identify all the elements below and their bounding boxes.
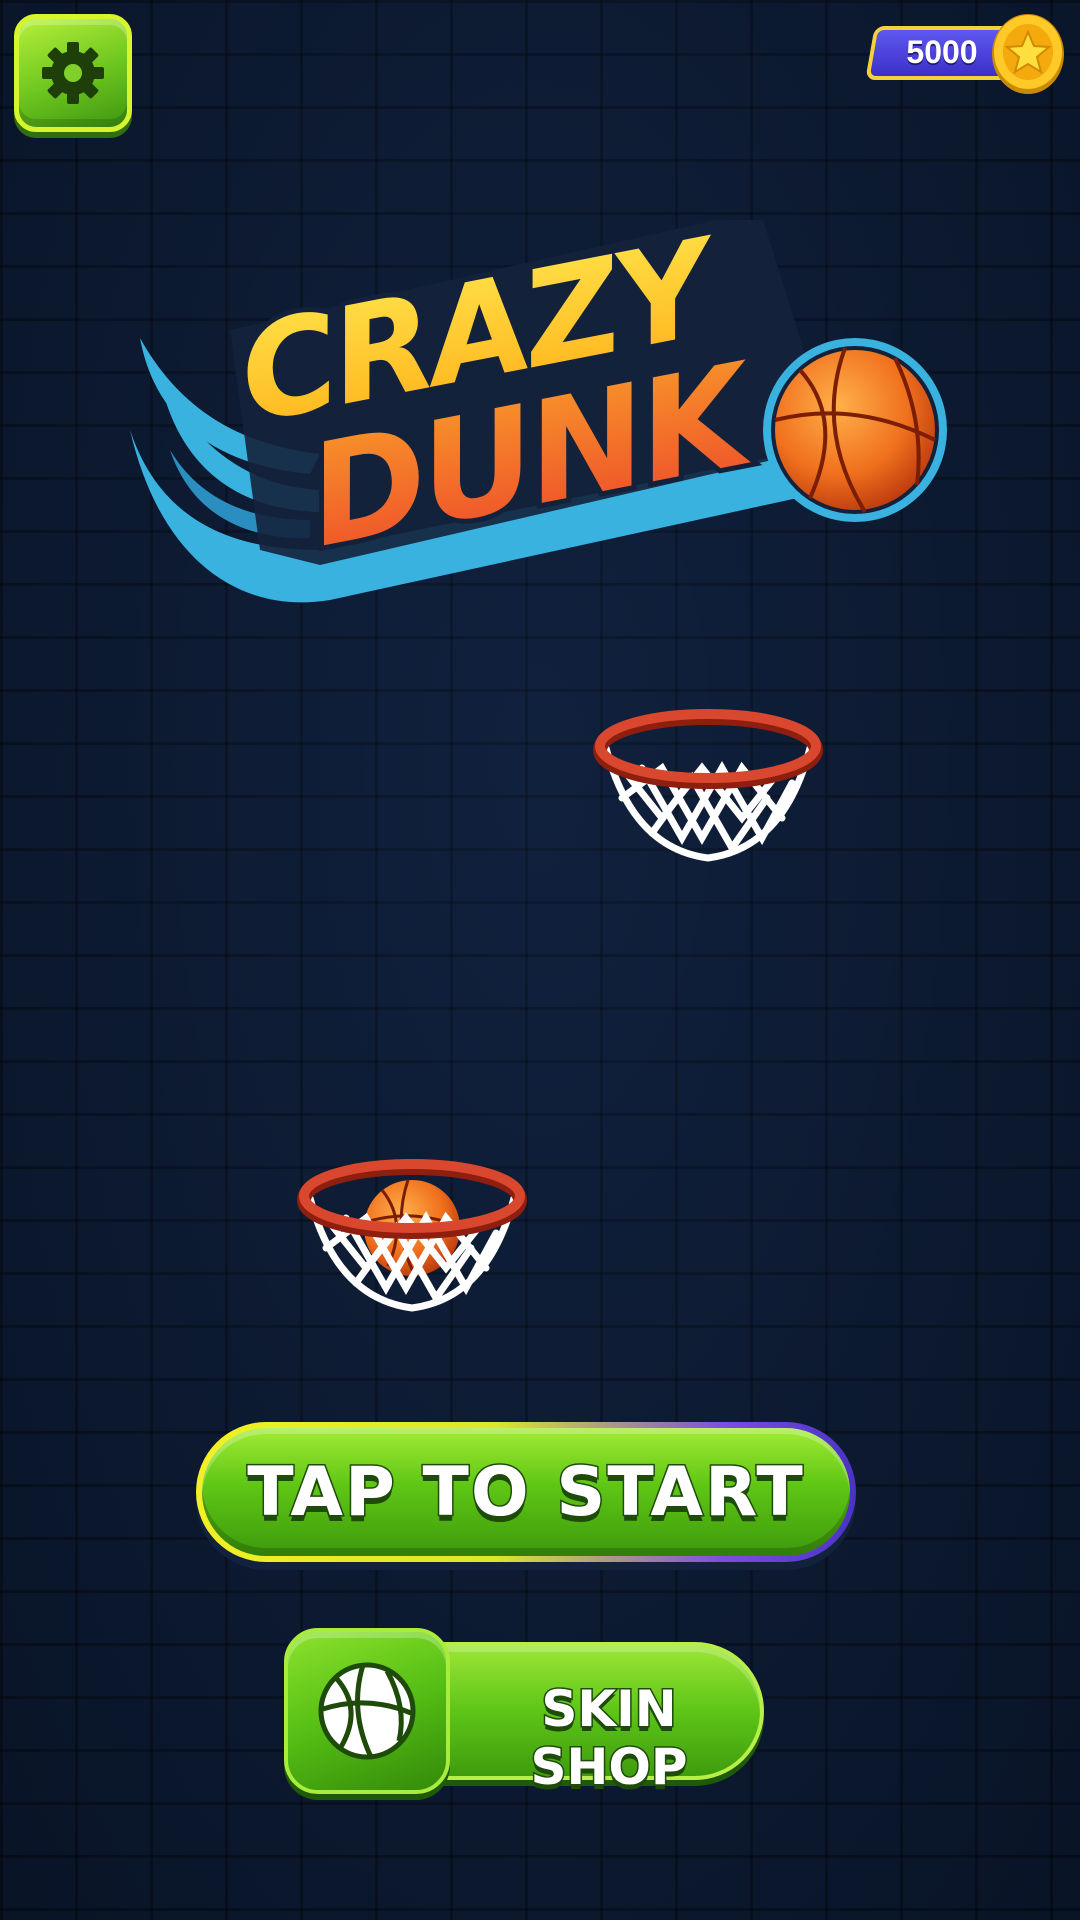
coin-counter: 5000 [865,12,1066,96]
skin-shop-icon-box [284,1628,450,1794]
tap-to-start-button[interactable]: TAP TO START [196,1422,856,1562]
coin-count: 5000 [906,34,978,70]
basketball-icon [318,1662,416,1760]
hoop-empty [593,709,823,862]
skin-shop-label: SKIN SHOP [529,1679,689,1798]
star-coin-icon [992,14,1064,94]
hoop-net [602,744,814,862]
gear-icon [42,42,104,104]
tap-to-start-label: TAP TO START [246,1451,805,1533]
skin-shop-button[interactable]: SKIN SHOP [284,1628,764,1798]
logo-basketball [763,338,947,522]
settings-button[interactable] [14,14,132,132]
tap-to-start-button-face: TAP TO START [202,1428,850,1556]
hoop-with-ball [297,1159,527,1312]
game-logo: CRAZY DUNK [130,220,947,603]
